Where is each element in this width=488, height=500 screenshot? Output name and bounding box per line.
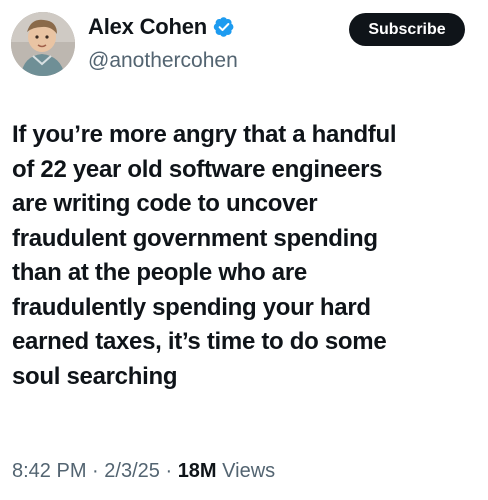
meta-separator: · [165, 460, 173, 482]
tweet-meta: 8:42 PM · 2/3/25 · 18M Views [12, 458, 275, 484]
views-label: Views [222, 460, 276, 482]
subscribe-button[interactable]: Subscribe [349, 13, 465, 46]
avatar[interactable] [11, 12, 75, 76]
author-display-name[interactable]: Alex Cohen [88, 14, 207, 40]
tweet-text: If you’re more angry that a handful of 2… [12, 121, 397, 390]
meta-separator: · [92, 460, 99, 482]
verified-badge-icon[interactable] [213, 16, 235, 38]
author-name-row: Alex Cohen [88, 14, 235, 40]
avatar-image [11, 12, 75, 76]
tweet-date[interactable]: 2/3/25 [104, 460, 160, 482]
tweet-card: Alex Cohen @anothercohen Subscribe If yo… [0, 0, 488, 500]
views-count: 18M [177, 460, 217, 482]
author-handle[interactable]: @anothercohen [88, 48, 238, 74]
tweet-time[interactable]: 8:42 PM [12, 460, 86, 482]
